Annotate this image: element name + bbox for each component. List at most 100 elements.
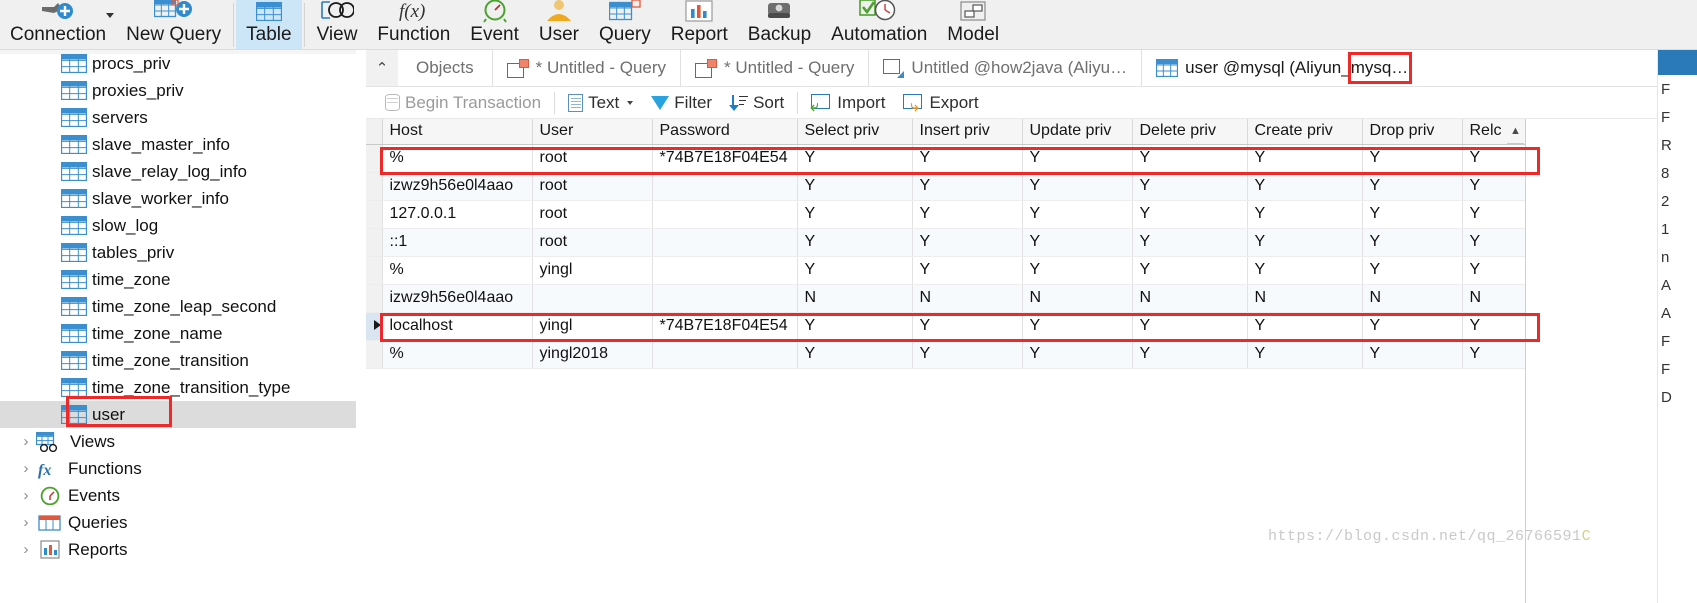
table-cell[interactable]: Y: [797, 228, 913, 257]
ribbon-button-query[interactable]: Query: [589, 0, 661, 49]
table-cell[interactable]: Y: [1132, 228, 1248, 257]
tree-item-servers[interactable]: servers: [0, 104, 356, 131]
table-cell[interactable]: Y: [1132, 144, 1248, 173]
column-header-insert-priv[interactable]: Insert priv: [912, 119, 1023, 145]
table-cell[interactable]: Y: [1022, 340, 1133, 369]
tree-item-tables-priv[interactable]: tables_priv: [0, 239, 356, 266]
row-gutter[interactable]: [366, 228, 383, 257]
table-row[interactable]: % yingl Y Y Y Y Y Y Y: [366, 256, 1525, 285]
row-gutter[interactable]: [366, 284, 383, 313]
tab-user-mysql-aliyun-mysq[interactable]: user @mysql (Aliyun_mysq…: [1141, 50, 1423, 86]
chevron-down-icon[interactable]: [106, 13, 115, 18]
tree-item-slow-log[interactable]: slow_log: [0, 212, 356, 239]
column-header-update-priv[interactable]: Update priv: [1022, 119, 1133, 145]
table-cell[interactable]: %: [382, 340, 533, 369]
tree-item-time-zone-transition-type[interactable]: time_zone_transition_type: [0, 374, 356, 401]
table-cell[interactable]: *74B7E18F04E54: [652, 144, 798, 173]
table-cell[interactable]: Y: [1022, 312, 1133, 341]
table-cell[interactable]: N: [1132, 284, 1248, 313]
collapse-tabs-button[interactable]: ⌃: [366, 50, 398, 86]
ribbon-button-new-query[interactable]: New Query: [116, 0, 231, 49]
table-cell[interactable]: ::1: [382, 228, 533, 257]
ribbon-button-view[interactable]: View: [307, 0, 368, 49]
table-cell[interactable]: Y: [1462, 256, 1525, 285]
table-row[interactable]: % yingl2018 Y Y Y Y Y Y Y: [366, 340, 1525, 369]
tree-item-slave-worker-info[interactable]: slave_worker_info: [0, 185, 356, 212]
tree-item-views[interactable]: › Views: [0, 428, 356, 455]
tree-expander-icon[interactable]: ›: [16, 487, 36, 504]
table-cell[interactable]: [652, 256, 798, 285]
tree-item-procs-priv[interactable]: procs_priv: [0, 50, 356, 77]
table-cell[interactable]: Y: [1132, 340, 1248, 369]
ribbon-button-report[interactable]: Report: [661, 0, 738, 49]
ribbon-button-connection[interactable]: Connection: [0, 0, 116, 49]
table-cell[interactable]: Y: [1362, 312, 1463, 341]
ribbon-button-backup[interactable]: Backup: [738, 0, 821, 49]
table-cell[interactable]: root: [532, 228, 653, 257]
table-cell[interactable]: [652, 228, 798, 257]
tab-untitled-query[interactable]: * Untitled - Query: [491, 50, 681, 86]
table-cell[interactable]: Y: [912, 172, 1023, 201]
row-gutter[interactable]: [366, 172, 383, 201]
table-cell[interactable]: Y: [1247, 340, 1363, 369]
table-row[interactable]: % root *74B7E18F04E54 Y Y Y Y Y Y Y: [366, 144, 1525, 173]
table-cell[interactable]: N: [1462, 284, 1525, 313]
tree-item-slave-relay-log-info[interactable]: slave_relay_log_info: [0, 158, 356, 185]
column-header-create-priv[interactable]: Create priv: [1247, 119, 1363, 145]
table-cell[interactable]: Y: [1362, 340, 1463, 369]
table-cell[interactable]: N: [797, 284, 913, 313]
table-cell[interactable]: N: [1247, 284, 1363, 313]
table-cell[interactable]: Y: [1247, 144, 1363, 173]
tab-untitled-query[interactable]: * Untitled - Query: [680, 50, 869, 86]
ribbon-button-function[interactable]: f(x) Function: [367, 0, 460, 49]
table-cell[interactable]: Y: [797, 340, 913, 369]
table-cell[interactable]: Y: [1132, 172, 1248, 201]
table-cell[interactable]: Y: [1462, 340, 1525, 369]
tree-item-reports[interactable]: › Reports: [0, 536, 356, 563]
sidebar-splitter[interactable]: [356, 50, 366, 603]
table-cell[interactable]: Y: [1022, 144, 1133, 173]
table-cell[interactable]: localhost: [382, 312, 533, 341]
table-cell[interactable]: Y: [797, 256, 913, 285]
table-cell[interactable]: Y: [1362, 144, 1463, 173]
tree-item-events[interactable]: › Events: [0, 482, 356, 509]
table-cell[interactable]: 127.0.0.1: [382, 200, 533, 229]
tree-item-time-zone-name[interactable]: time_zone_name: [0, 320, 356, 347]
table-cell[interactable]: Y: [1132, 312, 1248, 341]
tree-item-slave-master-info[interactable]: slave_master_info: [0, 131, 356, 158]
ribbon-button-automation[interactable]: Automation: [821, 0, 937, 49]
table-cell[interactable]: izwz9h56e0l4aao: [382, 172, 533, 201]
action-sort-button[interactable]: Sort: [721, 89, 793, 117]
column-header-password[interactable]: Password: [652, 119, 798, 145]
action-filter-button[interactable]: Filter: [642, 89, 721, 117]
table-cell[interactable]: Y: [797, 200, 913, 229]
tree-expander-icon[interactable]: ›: [16, 514, 36, 531]
ribbon-button-model[interactable]: Model: [937, 0, 1009, 49]
action-export-button[interactable]: ⤷ Export: [894, 89, 987, 117]
table-cell[interactable]: Y: [1362, 228, 1463, 257]
table-cell[interactable]: Y: [1462, 228, 1525, 257]
table-cell[interactable]: yingl: [532, 312, 653, 341]
row-gutter[interactable]: [366, 144, 383, 173]
row-gutter[interactable]: [366, 340, 383, 369]
table-cell[interactable]: Y: [1247, 256, 1363, 285]
table-cell[interactable]: Y: [1362, 200, 1463, 229]
table-row[interactable]: izwz9h56e0l4aao root Y Y Y Y Y Y Y: [366, 172, 1525, 201]
ribbon-button-table[interactable]: Table: [236, 0, 302, 49]
table-cell[interactable]: N: [1022, 284, 1133, 313]
table-cell[interactable]: Y: [1247, 172, 1363, 201]
table-row[interactable]: ::1 root Y Y Y Y Y Y Y: [366, 228, 1525, 257]
tree-expander-icon[interactable]: ›: [16, 541, 36, 558]
table-cell[interactable]: Y: [1247, 312, 1363, 341]
table-cell[interactable]: %: [382, 256, 533, 285]
table-cell[interactable]: Y: [1022, 228, 1133, 257]
table-cell[interactable]: [652, 284, 798, 313]
table-cell[interactable]: Y: [1022, 256, 1133, 285]
table-cell[interactable]: Y: [1132, 256, 1248, 285]
table-cell[interactable]: Y: [797, 172, 913, 201]
ribbon-button-event[interactable]: Event: [460, 0, 529, 49]
tree-item-queries[interactable]: › Queries: [0, 509, 356, 536]
action-import-button[interactable]: ⤶ Import: [802, 89, 894, 117]
table-row[interactable]: izwz9h56e0l4aao N N N N N N N: [366, 284, 1525, 313]
table-cell[interactable]: [652, 200, 798, 229]
